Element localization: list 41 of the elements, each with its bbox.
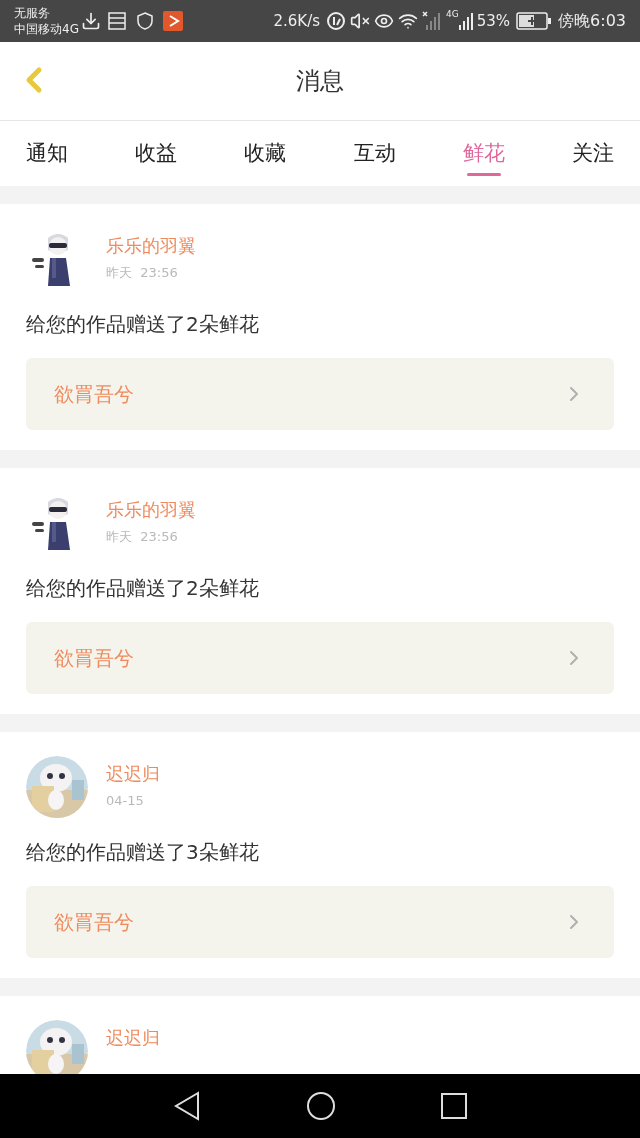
page-title: 消息 (296, 66, 344, 97)
clock: 傍晚6:03 (558, 10, 626, 32)
data-saver-icon (326, 11, 346, 31)
message-time: 昨天 23:56 (106, 264, 179, 282)
message-time: 04-15 (106, 792, 145, 810)
tab[interactable]: 收藏 (232, 121, 299, 186)
home-nav-icon[interactable] (306, 1091, 336, 1121)
user-name[interactable]: 乐乐的羽翼 (106, 234, 196, 258)
network-speed: 2.6K/s (273, 10, 320, 32)
back-nav-icon[interactable] (172, 1091, 201, 1121)
storage-icon (106, 11, 127, 31)
message-text: 给您的作品赠送了3朵鲜花 (26, 839, 260, 866)
tab[interactable]: 关注 (559, 121, 626, 186)
no-signal-icon (422, 11, 440, 31)
battery-percent: 53% (476, 10, 511, 32)
tab[interactable]: 互动 (341, 121, 408, 186)
work-link[interactable]: 欲罥吾兮 (26, 622, 614, 694)
shield-icon (134, 11, 155, 31)
wifi-icon (398, 11, 418, 31)
mute-icon (350, 11, 370, 31)
recents-nav-icon[interactable] (441, 1093, 468, 1119)
user-name[interactable]: 迟迟归 (106, 1026, 160, 1050)
tab[interactable]: 鲜花 (450, 121, 517, 186)
work-link[interactable]: 欲罥吾兮 (26, 358, 614, 430)
signal-icon (458, 12, 475, 30)
user-name[interactable]: 迟迟归 (106, 762, 160, 786)
user-name[interactable]: 乐乐的羽翼 (106, 498, 196, 522)
network-type: 4G (446, 8, 459, 21)
carrier-status: 无服务 (14, 5, 51, 21)
battery-charging-icon (516, 12, 553, 30)
eye-icon (374, 11, 394, 31)
tab-indicator (466, 173, 501, 176)
message-time: 昨天 23:56 (106, 528, 179, 546)
play-app-icon (162, 11, 183, 31)
work-link[interactable]: 欲罥吾兮 (26, 886, 614, 958)
carrier-name: 中国移动4G (14, 21, 79, 37)
message-text: 给您的作品赠送了2朵鲜花 (26, 575, 260, 602)
download-icon (80, 11, 101, 31)
message-text: 给您的作品赠送了2朵鲜花 (26, 311, 260, 338)
tab[interactable]: 收益 (123, 121, 190, 186)
tab[interactable]: 通知 (14, 121, 80, 186)
